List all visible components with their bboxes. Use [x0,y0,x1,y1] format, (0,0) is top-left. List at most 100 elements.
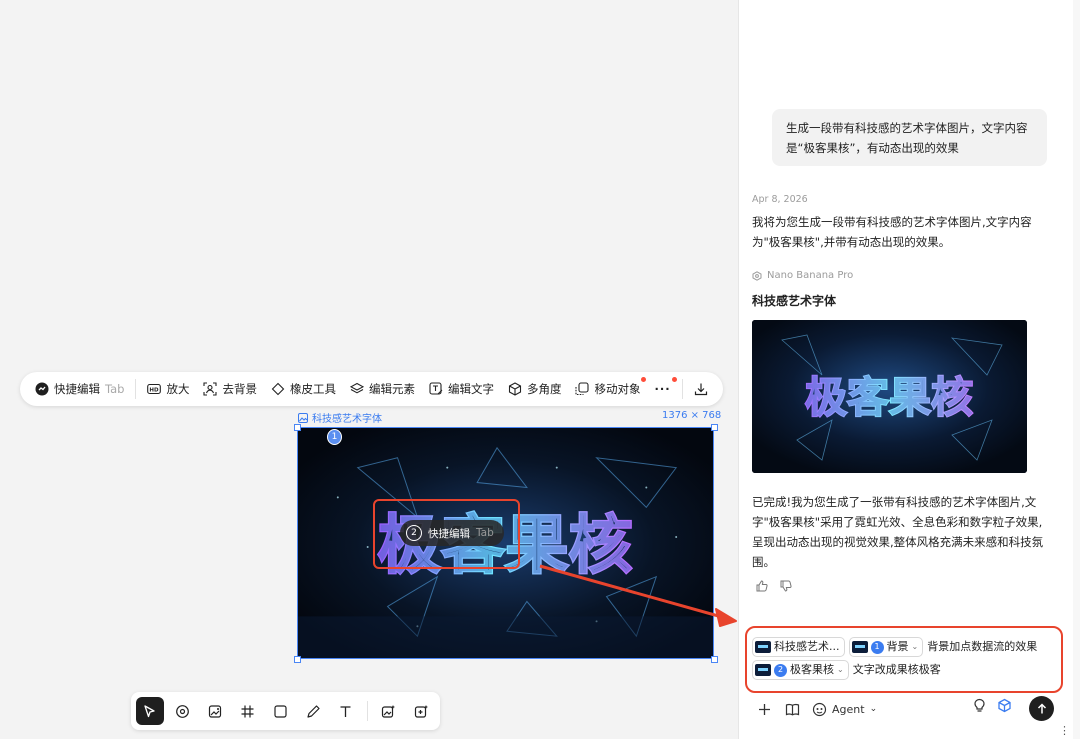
region-pin-1[interactable]: 1 [327,429,342,445]
library-button[interactable] [780,697,804,721]
edit-text-label: 编辑文字 [447,382,494,396]
multi-angle-button[interactable]: 多角度 [501,376,569,402]
eraser-icon [271,382,285,396]
add-image-tool-button[interactable] [201,697,229,725]
resize-handle-bl[interactable] [294,656,301,663]
quick-edit-icon [35,382,49,396]
composer-text-1: 背景加点数据流的效果 [927,640,1038,653]
cube-model-icon[interactable] [997,698,1012,713]
multi-angle-label: 多角度 [526,382,562,396]
chevron-down-icon: ⌄ [911,642,919,651]
attachment-chip-image[interactable]: 科技感艺术... [752,637,845,657]
resize-handle-tl[interactable] [294,424,301,431]
region-chip-text[interactable]: 2 极客果核 ⌄ [752,660,849,680]
thumbnail-icon [755,641,771,653]
result-title: 科技感艺术字体 [752,294,837,308]
hd-icon: HD [147,383,162,395]
thumbs-down-icon[interactable] [780,580,792,592]
move-object-label: 移动对象 [594,382,641,396]
user-message: 生成一段带有科技感的艺术字体图片，文字内容是“极客果核”，有动态出现的效果 [772,109,1047,166]
thumbs-up-icon[interactable] [756,580,768,592]
remove-bg-label: 去背景 [222,382,257,396]
divider [135,379,137,399]
ai-edit-tool-button[interactable] [407,697,435,725]
upscale-label: 放大 [166,382,190,396]
pen-tool-button[interactable] [299,697,327,725]
download-button[interactable] [687,376,715,402]
agent-icon [812,702,827,716]
assistant-reply: 我将为您生成一段带有科技感的艺术字体图片,文字内容为"极客果核",并带有动态出现… [752,215,1032,249]
quick-edit-label: 快捷编辑 [54,382,100,396]
book-icon [785,703,799,715]
eraser-button[interactable]: 橡皮工具 [264,376,343,402]
resize-handle-tr[interactable] [711,424,718,431]
ai-image-tool-button[interactable] [375,697,403,725]
result-image-thumbnail[interactable]: 极客果核 极客果核 [752,320,1027,473]
move-object-button[interactable]: 移动对象 [568,376,647,402]
image-name-label: 科技感艺术字体 [298,410,382,425]
completion-message: 已完成!我为您生成了一张带有科技感的艺术字体图片,文字"极客果核"采用了霓虹光效… [752,495,1044,569]
feedback-row [756,580,792,592]
edit-text-button[interactable]: 编辑文字 [422,376,501,402]
more-badge-dot [671,377,677,382]
location-pin-icon [176,704,189,718]
agent-mode-selector[interactable]: Agent ⌄ [812,702,877,717]
result-artwork: 极客果核 极客果核 [752,320,1027,473]
move-object-icon [575,382,590,396]
edit-elements-label: 编辑元素 [368,382,415,396]
model-name: Nano Banana Pro [767,270,854,281]
arrow-up-icon [1037,702,1046,713]
divider [681,379,683,399]
thumbnail-icon [755,664,771,676]
svg-text:HD: HD [150,388,160,394]
result-artwork-text-fill: 极客果核 [805,373,973,422]
image-dimensions: 1376 × 768 [662,410,722,421]
quick-edit-button[interactable]: 快捷编辑 Tab [28,376,131,402]
quick-edit-shortcut: Tab [105,382,125,396]
divider [366,701,368,721]
kebab-menu-icon[interactable]: ⋮ [1059,724,1070,737]
select-tool-button[interactable] [136,697,164,725]
text-tool-button[interactable] [332,697,360,725]
image-add-icon [208,704,221,718]
layers-icon [349,382,364,394]
region-chip-background[interactable]: 1 背景 ⌄ [848,637,924,657]
add-attachment-button[interactable] [752,697,776,721]
thumbnail-icon [851,641,868,653]
highlight-box-region [373,499,520,569]
chevron-down-icon: ⌄ [837,665,844,674]
send-button[interactable] [1029,696,1054,721]
shape-tool-button[interactable] [267,697,295,725]
remove-bg-button[interactable]: 去背景 [196,376,264,402]
resize-handle-br[interactable] [711,656,718,663]
remove-bg-icon [203,382,218,396]
lightbulb-icon[interactable] [972,698,987,713]
text-icon [340,705,351,717]
edit-elements-button[interactable]: 编辑元素 [343,376,422,402]
image-sparkle-icon [381,704,396,718]
canvas-tool-bar [131,692,440,730]
image-icon [298,412,308,423]
image-toolbar: 快捷编辑 Tab HD 放大 去背景 橡皮工具 编辑元素 编辑文字 多角度 移动… [20,372,723,406]
composer-right-actions [972,698,1012,713]
scrollbar-track[interactable] [1073,0,1080,739]
new-badge-dot [641,377,647,382]
edit-sparkle-icon [414,704,428,718]
plus-icon [758,703,770,715]
download-icon [694,383,707,396]
pen-icon [307,704,320,718]
composer-input[interactable]: 科技感艺术... 1 背景 ⌄ 背景加点数据流的效果 2 极客果核 ⌄ 文字改成… [752,636,1057,682]
hash-frame-icon [241,705,254,717]
cube-icon [508,382,522,396]
mark-tool-button[interactable] [169,697,197,725]
upscale-button[interactable]: HD 放大 [140,376,196,402]
square-icon [274,704,287,718]
edit-text-icon [429,382,443,395]
eraser-label: 橡皮工具 [289,382,336,396]
pointer-icon [144,704,155,717]
more-button[interactable]: ··· [647,376,677,402]
composer-text-2: 文字改成果核极客 [852,663,941,676]
frame-tool-button[interactable] [234,697,262,725]
more-icon: ··· [654,382,671,396]
canvas-area[interactable]: 快捷编辑 Tab HD 放大 去背景 橡皮工具 编辑元素 编辑文字 多角度 移动… [0,0,738,739]
